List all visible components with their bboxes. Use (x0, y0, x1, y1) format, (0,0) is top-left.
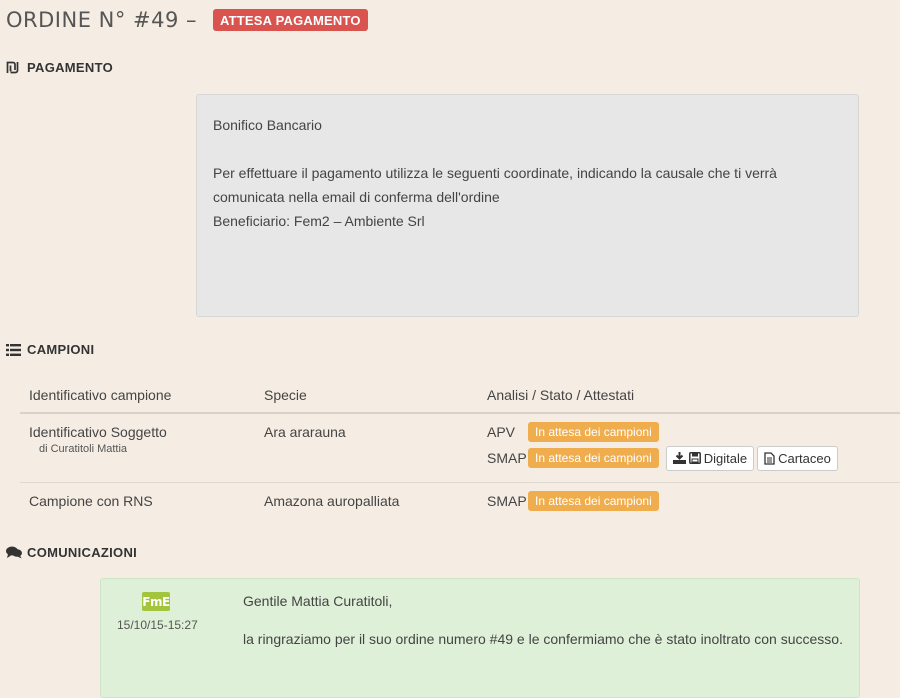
table-header-row: Identificativo campione Specie Analisi /… (20, 378, 900, 414)
samples-section-title: CAMPIONI (27, 342, 95, 357)
download-icon (672, 452, 686, 464)
column-header-species: Specie (255, 378, 478, 414)
digital-label: Digitale (703, 450, 748, 466)
sample-id-cell: Campione con RNS (20, 481, 255, 522)
file-text-icon (764, 451, 775, 465)
analysis-status-badge: In attesa dei campioni (528, 422, 659, 442)
paper-certificate-button[interactable]: Cartaceo (757, 445, 838, 471)
samples-section-header: CAMPIONI (6, 342, 94, 357)
analysis-name: APV (487, 424, 516, 440)
list-icon (6, 343, 22, 357)
species-cell: Amazona auropalliata (255, 481, 478, 522)
analyses-cell: SMAP In attesa dei campioni (478, 481, 900, 522)
payment-section-header: PAGAMENTO (6, 60, 113, 75)
paper-label: Cartaceo (778, 450, 831, 466)
message-date: 15/10/15-15:27 (117, 618, 198, 632)
communications-section-title: COMUNICAZIONI (27, 545, 138, 560)
analysis-row: SMAP In attesa dei campioni Digitale Car… (487, 445, 900, 471)
sender-logo: FmE (142, 592, 170, 611)
page-title: ORDINE N° #49 – (6, 8, 198, 32)
download-digital-button[interactable]: Digitale (665, 445, 755, 471)
sample-id-cell: Identificativo Soggetto di Curatitoli Ma… (20, 412, 255, 482)
species-cell: Ara ararauna (255, 412, 478, 482)
analysis-row: APV In attesa dei campioni (487, 419, 900, 445)
analysis-name: SMAP (487, 450, 527, 466)
analysis-row: SMAP In attesa dei campioni (487, 488, 900, 514)
payment-beneficiary: Beneficiario: Fem2 – Ambiente Srl (213, 213, 425, 229)
payment-instructions: Per effettuare il pagamento utilizza le … (213, 165, 777, 205)
save-icon (688, 452, 701, 464)
sample-id: Identificativo Soggetto (29, 424, 167, 440)
comments-icon (6, 546, 22, 560)
message-greeting: Gentile Mattia Curatitoli, (243, 593, 393, 609)
payment-section-title: PAGAMENTO (27, 60, 114, 75)
communications-section-header: COMUNICAZIONI (6, 545, 137, 560)
samples-table: Identificativo campione Specie Analisi /… (20, 378, 900, 522)
payment-info-box: Bonifico Bancario Per effettuare il paga… (196, 94, 859, 317)
page-header: ORDINE N° #49 – ATTESA PAGAMENTO (6, 4, 368, 36)
sample-owner: di Curatitoli Mattia (39, 443, 128, 455)
analyses-cell: APV In attesa dei campioni SMAP In attes… (478, 412, 900, 482)
shekel-icon (6, 61, 22, 75)
column-header-sample-id: Identificativo campione (20, 378, 255, 414)
order-status-badge: ATTESA PAGAMENTO (213, 9, 368, 31)
payment-method: Bonifico Bancario (213, 117, 322, 133)
message-body: Gentile Mattia Curatitoli, la ringraziam… (243, 589, 843, 651)
analysis-status-badge: In attesa dei campioni (528, 448, 659, 468)
table-row: Identificativo Soggetto di Curatitoli Ma… (20, 412, 900, 482)
message-card: FmE 15/10/15-15:27 Gentile Mattia Curati… (100, 578, 860, 698)
column-header-analyses: Analisi / Stato / Attestati (478, 378, 900, 414)
analysis-status-badge: In attesa dei campioni (528, 490, 659, 511)
table-row: Campione con RNS Amazona auropalliata SM… (20, 481, 900, 522)
message-text: la ringraziamo per il suo ordine numero … (243, 631, 843, 647)
analysis-name: SMAP (487, 492, 527, 509)
